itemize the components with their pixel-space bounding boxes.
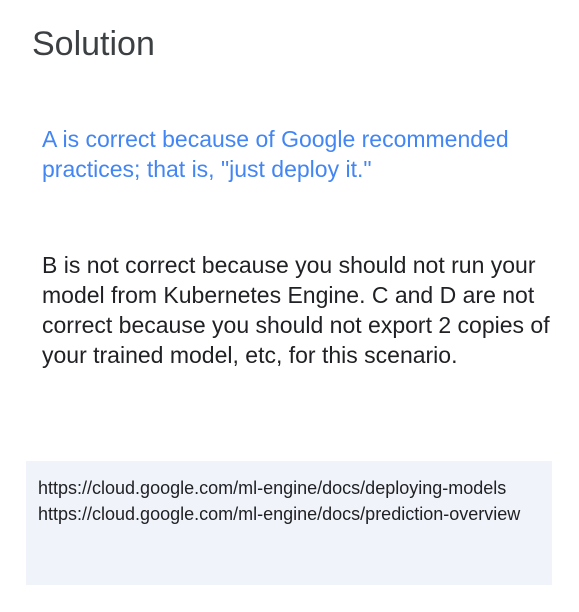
reference-link-prediction-overview[interactable]: https://cloud.google.com/ml-engine/docs/… bbox=[38, 501, 542, 527]
correct-answer-explanation: A is correct because of Google recommend… bbox=[42, 126, 509, 182]
reference-links-box: https://cloud.google.com/ml-engine/docs/… bbox=[26, 461, 552, 585]
slide-title: Solution bbox=[32, 25, 155, 63]
reference-link-deploying-models[interactable]: https://cloud.google.com/ml-engine/docs/… bbox=[38, 475, 542, 501]
incorrect-answers-explanation: B is not correct because you should not … bbox=[42, 252, 550, 368]
